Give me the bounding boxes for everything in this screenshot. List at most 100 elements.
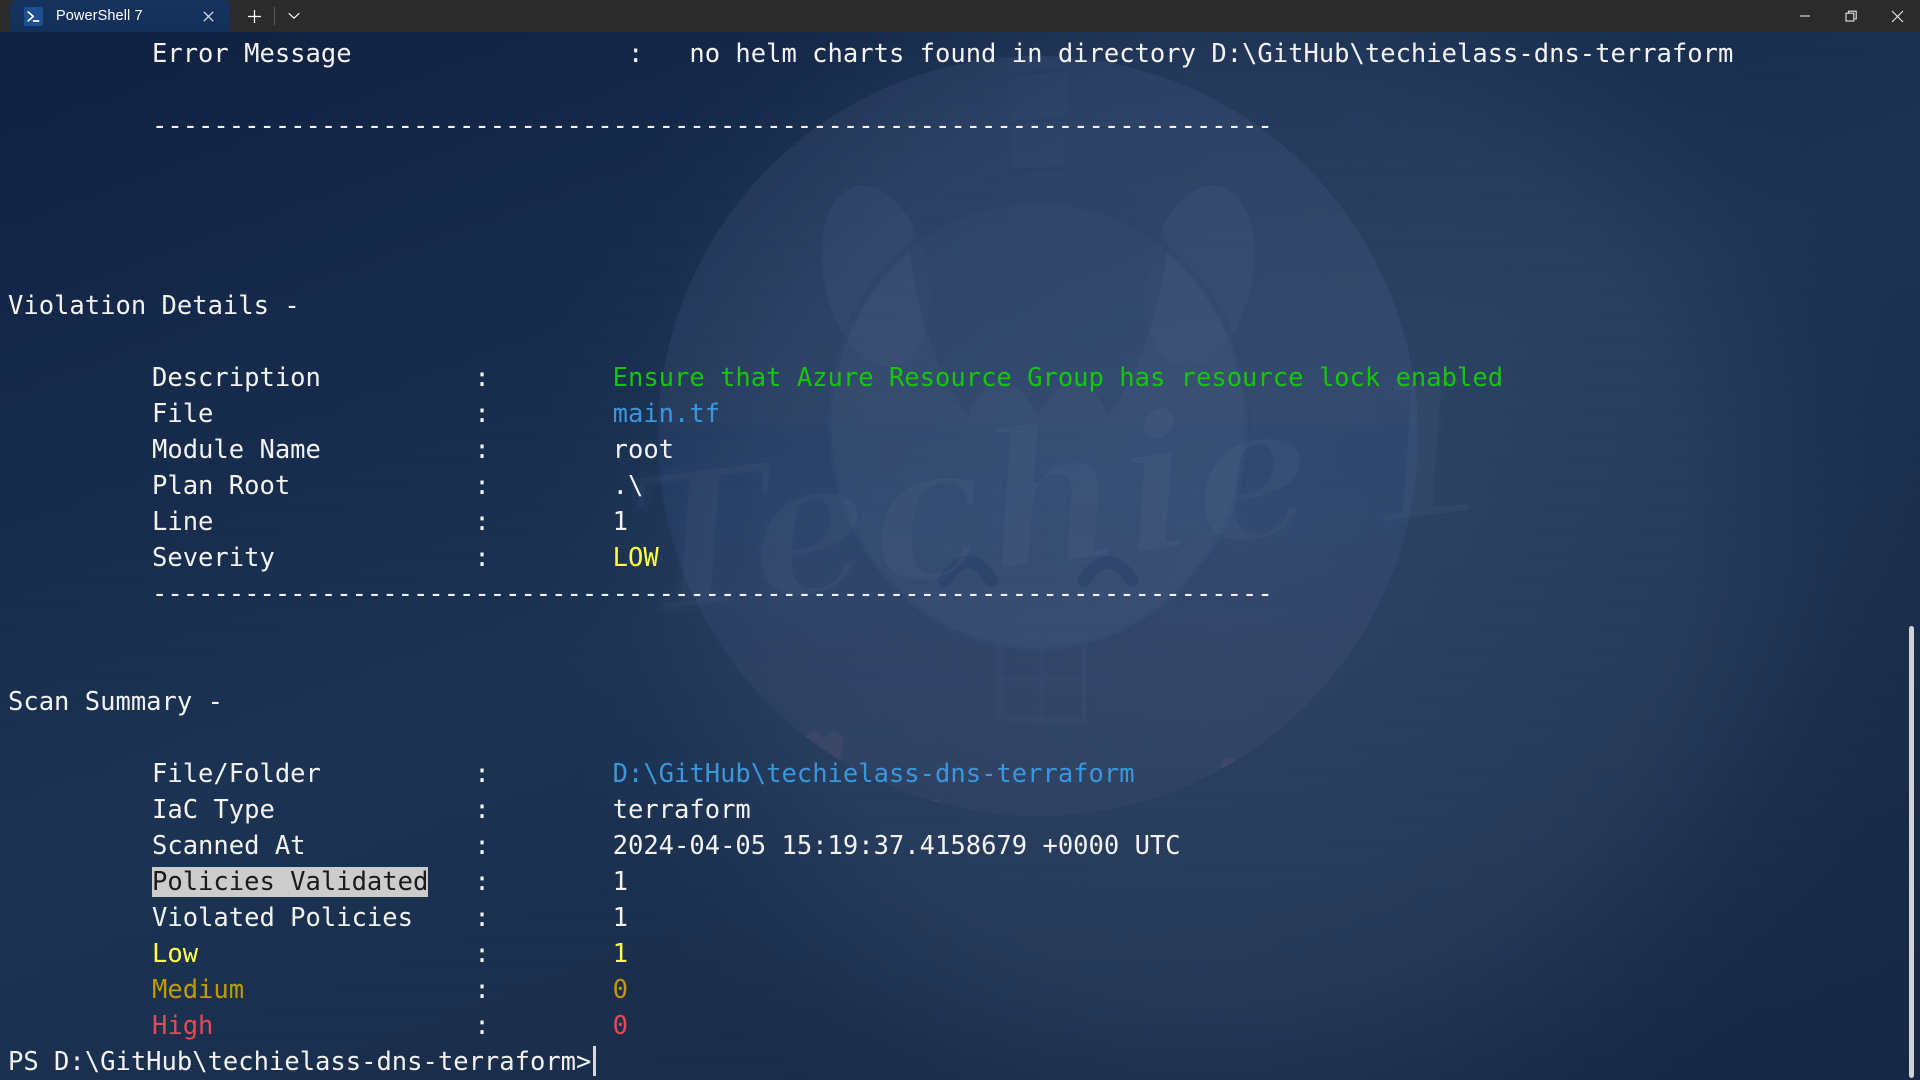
powershell-icon <box>24 6 43 26</box>
pad <box>290 471 474 501</box>
summary-label-file-folder: File/Folder <box>152 759 321 789</box>
violation-separator-line: : <box>474 507 490 537</box>
rule-top: ----------------------------------------… <box>152 108 1920 144</box>
summary-row-iac-type: IaC Type : terraform <box>152 792 1920 828</box>
summary-label-policies-validated-selected[interactable]: Policies Validated <box>152 867 429 897</box>
pad <box>490 759 613 789</box>
pad <box>490 975 613 1005</box>
summary-row-file-folder: File/Folder : D:\GitHub\techielass-dns-t… <box>152 756 1920 792</box>
pad <box>490 795 613 825</box>
rule-top-text: ----------------------------------------… <box>152 111 1273 141</box>
violation-label-plan-root: Plan Root <box>152 471 291 501</box>
error-message-label: Error Message <box>152 39 352 69</box>
summary-row-low: Low : 1 <box>152 936 1920 972</box>
summary-row-policies-validated[interactable]: Policies Validated : 1 <box>152 864 1920 900</box>
pad <box>413 903 474 933</box>
violation-value-plan-root: .\ <box>612 471 644 501</box>
violation-separator-severity: : <box>474 543 490 573</box>
minimize-button[interactable] <box>1782 0 1828 32</box>
pad <box>275 543 475 573</box>
close-window-button[interactable] <box>1874 0 1920 32</box>
summary-separator-iac-type: : <box>474 795 490 825</box>
terminal-text-buffer: Error Message : no helm charts found in … <box>0 32 1920 1080</box>
violation-label-description: Description <box>152 363 321 393</box>
violation-separator-file: : <box>474 399 490 429</box>
summary-separator-scanned-at: : <box>474 831 490 861</box>
violation-label-severity: Severity <box>152 543 275 573</box>
violation-value-module-name: root <box>612 435 675 465</box>
violation-separator-description: : <box>474 363 490 393</box>
summary-row-medium: Medium : 0 <box>152 972 1920 1008</box>
sep-space <box>643 39 689 69</box>
new-tab-button[interactable] <box>236 0 272 32</box>
summary-separator-medium: : <box>474 975 490 1005</box>
pad <box>490 435 613 465</box>
summary-value-violated-policies: 1 <box>612 903 628 933</box>
summary-separator-policies-validated: : <box>474 867 490 897</box>
pad <box>213 1011 474 1041</box>
summary-value-medium: 0 <box>612 975 628 1005</box>
pad <box>490 867 613 897</box>
row-error-message: Error Message : no helm charts found in … <box>152 36 1920 72</box>
pad <box>490 831 613 861</box>
summary-value-low: 1 <box>612 939 628 969</box>
pad <box>275 795 475 825</box>
summary-label-medium: Medium <box>152 975 245 1005</box>
summary-value-iac-type: terraform <box>612 795 751 825</box>
summary-label-iac-type: IaC Type <box>152 795 275 825</box>
summary-label-high: High <box>152 1011 214 1041</box>
error-message-value: no helm charts found in directory D:\Git… <box>689 39 1734 69</box>
summary-row-high: High : 0 <box>152 1008 1920 1044</box>
summary-separator-high: : <box>474 1011 490 1041</box>
shell-prompt[interactable]: PS D:\GitHub\techielass-dns-terraform> <box>8 1044 1920 1080</box>
violation-row-file: File : main.tf <box>152 396 1920 432</box>
tab-title: PowerShell 7 <box>56 8 143 24</box>
summary-row-scanned-at: Scanned At : 2024-04-05 15:19:37.4158679… <box>152 828 1920 864</box>
pad <box>321 363 475 393</box>
rule-mid-text: ----------------------------------------… <box>152 579 1273 609</box>
scan-summary-heading-text: Scan Summary - <box>8 687 223 717</box>
violation-row-module-name: Module Name : root <box>152 432 1920 468</box>
window-drag-region <box>311 0 1782 32</box>
summary-value-policies-validated: 1 <box>612 867 628 897</box>
violation-details-heading: Violation Details - <box>8 288 1920 324</box>
tab-powershell-7[interactable]: PowerShell 7 <box>10 0 230 32</box>
summary-label-scanned-at: Scanned At <box>152 831 306 861</box>
violation-label-line: Line <box>152 507 214 537</box>
tab-strip-divider <box>274 7 275 25</box>
rule-mid: ----------------------------------------… <box>152 576 1920 612</box>
pad <box>490 939 613 969</box>
pad <box>490 903 613 933</box>
summary-label-violated-policies: Violated Policies <box>152 903 413 933</box>
violation-label-module-name: Module Name <box>152 435 321 465</box>
pad <box>321 759 475 789</box>
pad <box>490 543 613 573</box>
pad <box>490 363 613 393</box>
error-message-separator: : <box>627 39 644 69</box>
summary-separator-low: : <box>474 939 490 969</box>
maximize-restore-button[interactable] <box>1828 0 1874 32</box>
tab-strip: PowerShell 7 <box>0 0 311 32</box>
violation-row-description: Description : Ensure that Azure Resource… <box>152 360 1920 396</box>
tab-menu-chevron-down-icon[interactable] <box>277 0 311 32</box>
violation-row-plan-root: Plan Root : .\ <box>152 468 1920 504</box>
scan-summary-heading: Scan Summary - <box>8 684 1920 720</box>
violation-row-severity: Severity : LOW <box>152 540 1920 576</box>
pad <box>490 471 613 501</box>
summary-label-low: Low <box>152 939 199 969</box>
summary-row-violated-policies: Violated Policies : 1 <box>152 900 1920 936</box>
vertical-scrollbar-thumb[interactable] <box>1909 626 1914 1078</box>
terminal-viewport[interactable]: Techie Lass Error Message : no helm char… <box>0 32 1920 1080</box>
close-tab-icon[interactable] <box>194 3 222 29</box>
pad <box>490 507 613 537</box>
violation-row-line: Line : 1 <box>152 504 1920 540</box>
summary-value-high: 0 <box>612 1011 628 1041</box>
pad <box>244 975 474 1005</box>
violation-value-file: main.tf <box>612 399 721 429</box>
pad <box>490 399 613 429</box>
title-bar: PowerShell 7 <box>0 0 1920 32</box>
summary-value-scanned-at: 2024-04-05 15:19:37.4158679 +0000 UTC <box>612 831 1181 861</box>
violation-value-severity: LOW <box>612 543 659 573</box>
vertical-scrollbar-track[interactable] <box>1904 32 1920 1080</box>
violation-value-line: 1 <box>612 507 628 537</box>
